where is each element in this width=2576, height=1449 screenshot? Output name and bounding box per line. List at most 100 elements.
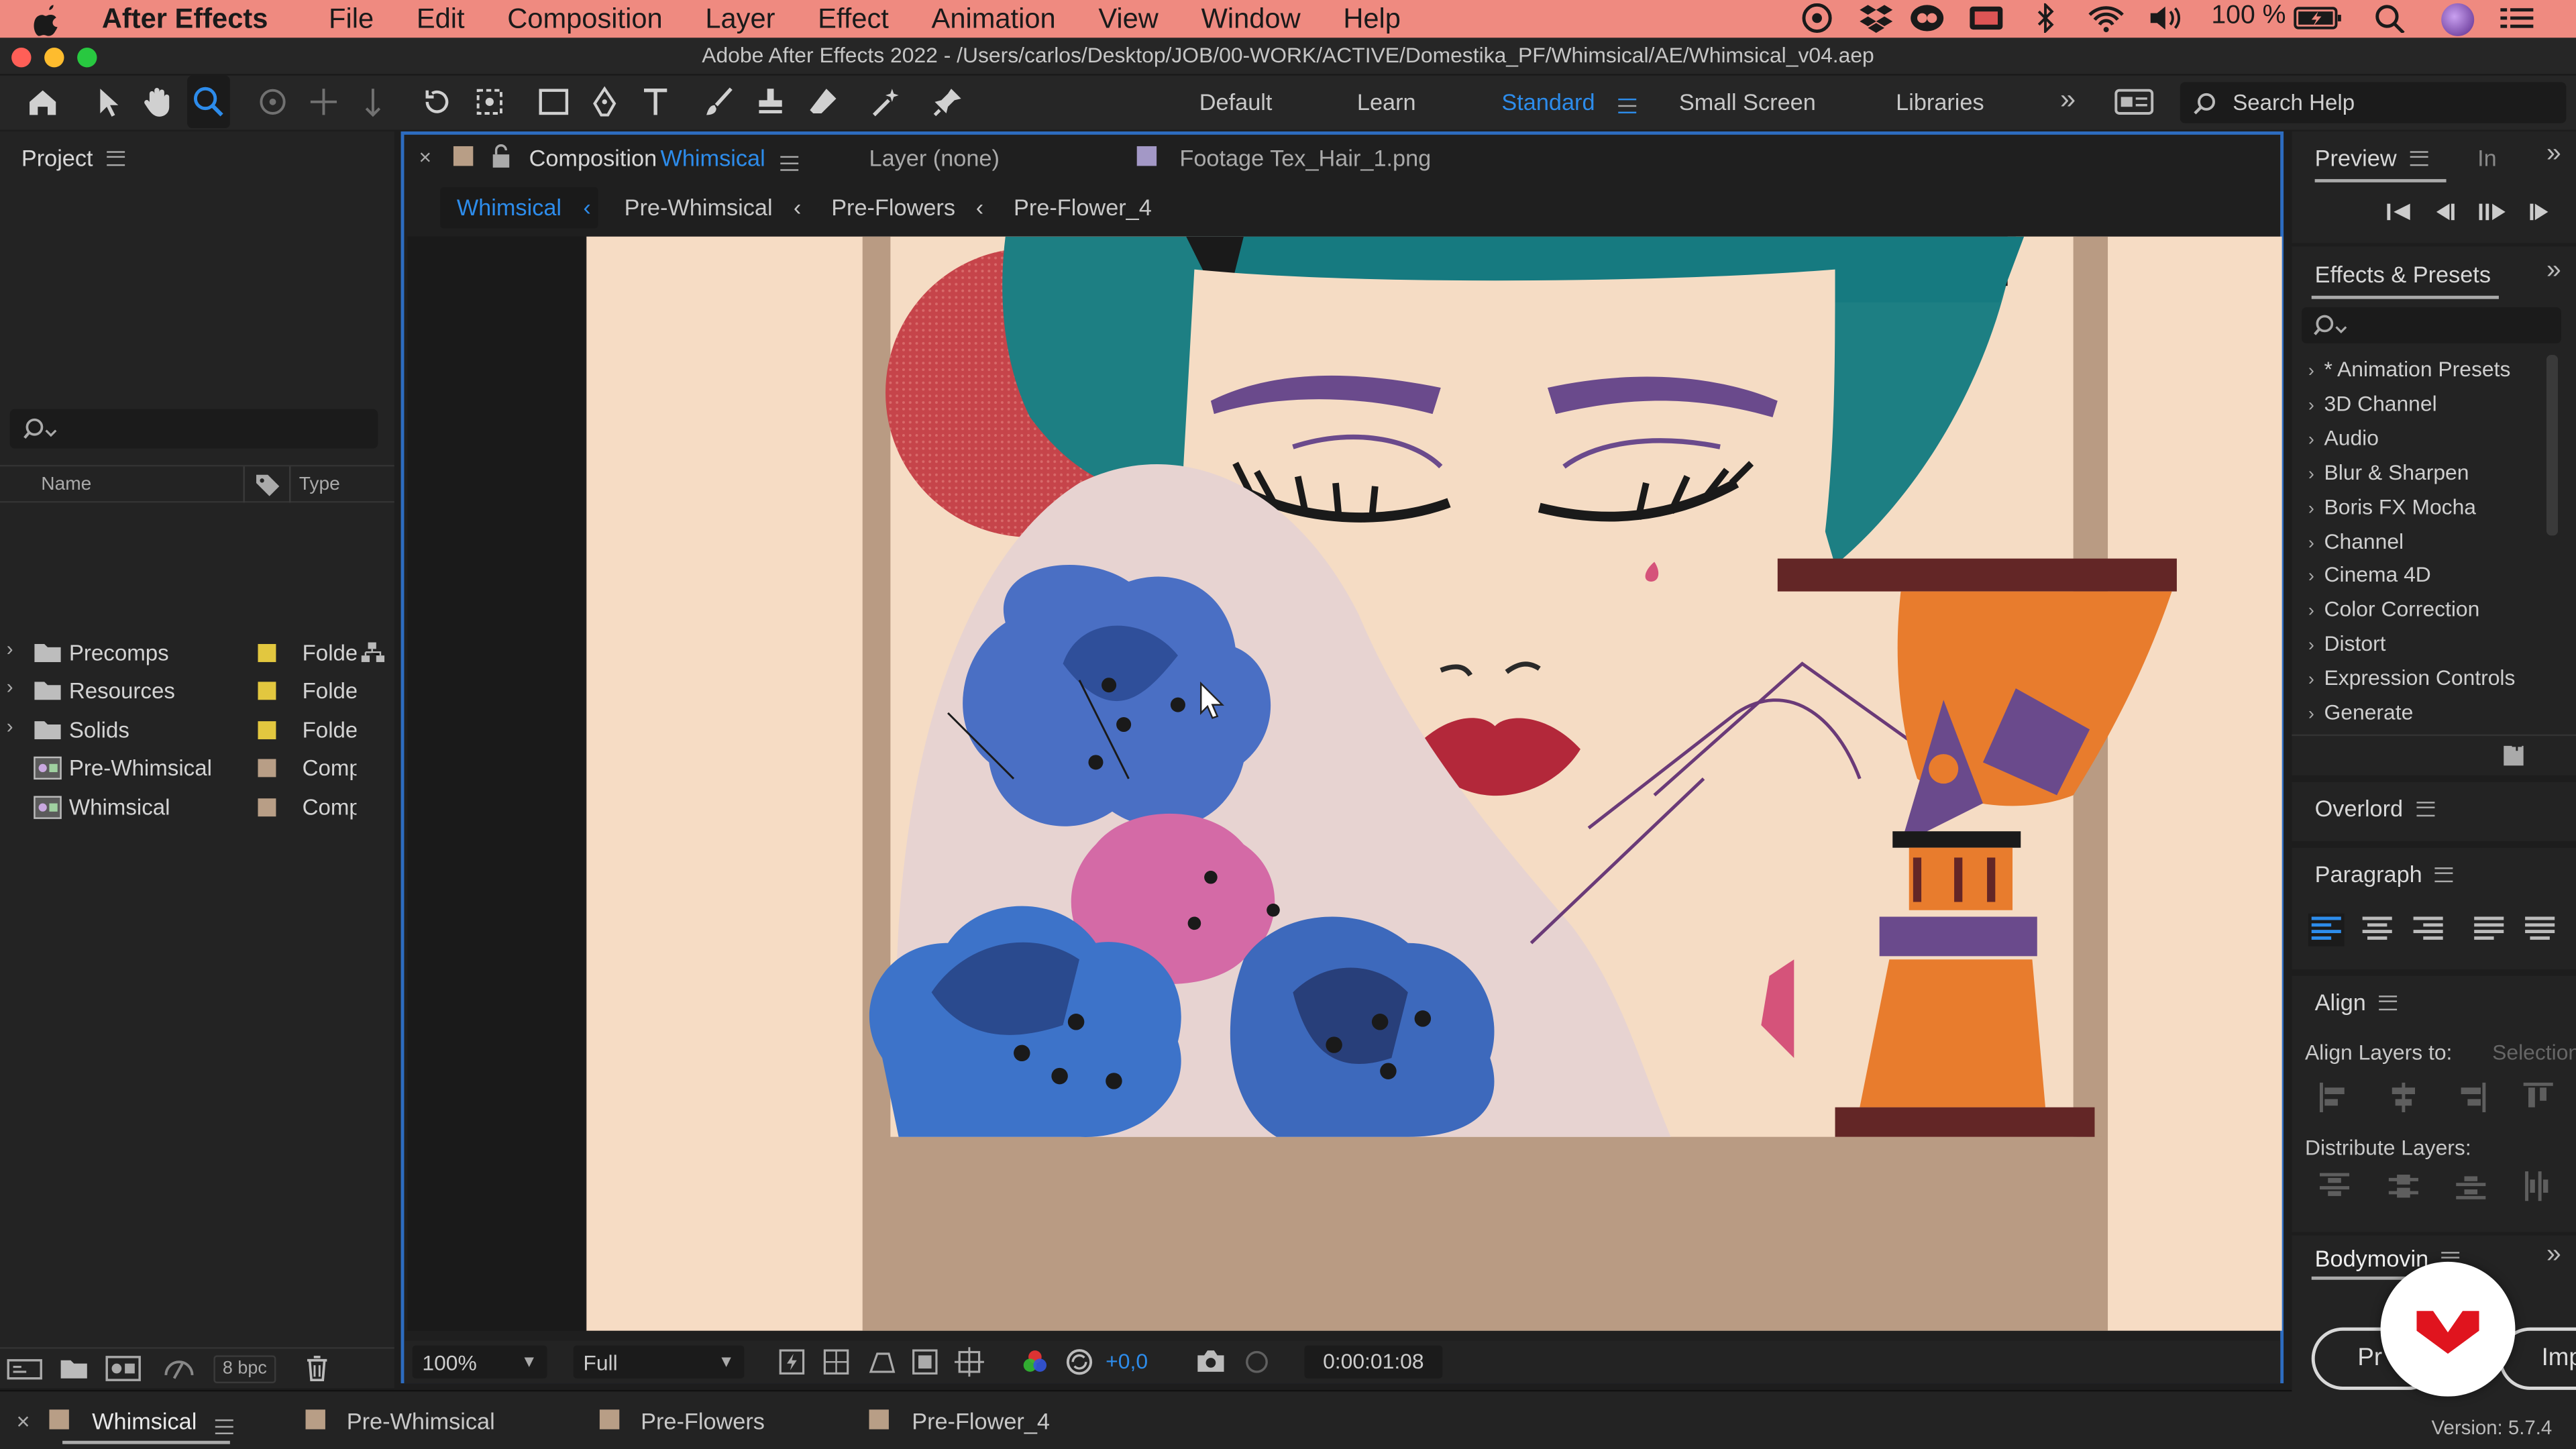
apple-logo-icon[interactable] — [33, 3, 62, 36]
pan-behind-tool-icon[interactable] — [468, 76, 511, 128]
label-color-swatch[interactable] — [258, 759, 276, 777]
distribute-bottom-icon[interactable] — [2455, 1170, 2487, 1203]
battery-charging-icon[interactable] — [2294, 5, 2343, 31]
workspace-small-screen[interactable]: Small Screen — [1679, 89, 1816, 115]
composition-tab-label[interactable]: Composition — [529, 145, 657, 171]
effect-category-item[interactable]: › Expression Controls — [2308, 665, 2516, 690]
effect-category-item[interactable]: › Distort — [2308, 631, 2386, 656]
region-of-interest-icon[interactable] — [912, 1349, 938, 1375]
column-divider[interactable] — [243, 466, 245, 503]
eraser-tool-icon[interactable] — [802, 76, 845, 128]
menu-layer[interactable]: Layer — [705, 3, 775, 36]
distribute-top-icon[interactable] — [2318, 1170, 2351, 1203]
align-layers-to-select[interactable]: Selection — [2492, 1040, 2576, 1065]
column-name[interactable]: Name — [41, 475, 91, 494]
comp-label-color[interactable] — [869, 1409, 889, 1430]
fast-previews-icon[interactable] — [779, 1349, 805, 1375]
flowchart-icon[interactable] — [360, 641, 386, 663]
dolly-camera-tool-icon[interactable] — [352, 76, 394, 128]
project-item-row[interactable]: › Solids Folde — [0, 712, 394, 750]
menu-view[interactable]: View — [1098, 3, 1159, 36]
menu-file[interactable]: File — [329, 3, 374, 36]
label-color-swatch[interactable] — [258, 644, 276, 662]
timeline-tab-pre-whimsical[interactable]: Pre-Whimsical — [347, 1408, 495, 1434]
previous-frame-icon[interactable] — [2432, 201, 2458, 223]
column-type[interactable]: Type — [299, 475, 340, 494]
snapshot-camera-icon[interactable] — [1196, 1349, 1226, 1374]
effect-category-item[interactable]: › Channel — [2308, 528, 2404, 553]
effects-search-input[interactable] — [2302, 307, 2561, 343]
help-search-box[interactable]: Search Help — [2180, 82, 2567, 123]
preview-panel-title[interactable]: Preview — [2315, 145, 2397, 171]
expand-chevron-icon[interactable]: › — [2308, 533, 2314, 553]
orbit-camera-tool-icon[interactable] — [252, 76, 294, 128]
workspace-default[interactable]: Default — [1199, 89, 1273, 115]
expand-chevron-icon[interactable]: › — [2308, 464, 2314, 484]
effect-category-item[interactable]: › Blur & Sharpen — [2308, 460, 2469, 484]
breadcrumb-pre-whimsical[interactable]: Pre-Whimsical — [625, 194, 773, 220]
wifi-icon[interactable] — [2086, 3, 2126, 33]
layer-viewer-tab[interactable]: Layer (none) — [869, 145, 1000, 171]
expand-chevron-icon[interactable]: › — [7, 676, 13, 698]
window-close-button[interactable] — [11, 48, 32, 68]
paragraph-panel-menu-icon[interactable] — [2435, 866, 2454, 881]
effect-category-item[interactable]: › Color Correction — [2308, 597, 2479, 622]
info-tab[interactable]: In — [2477, 145, 2497, 171]
breadcrumb-pre-flowers[interactable]: Pre-Flowers — [831, 194, 955, 220]
footage-viewer-tab[interactable]: Footage Tex_Hair_1.png — [1179, 145, 1431, 171]
paragraph-panel-title[interactable]: Paragraph — [2315, 861, 2422, 887]
workspace-menu-icon[interactable] — [1618, 92, 1637, 121]
expand-chevron-icon[interactable]: › — [2308, 670, 2314, 690]
project-item-row[interactable]: Pre-Whimsical Comp — [0, 751, 394, 789]
project-flowchart-icon[interactable] — [161, 1355, 197, 1381]
label-color-swatch[interactable] — [258, 682, 276, 701]
breadcrumb-whimsical[interactable]: Whimsical — [457, 194, 561, 220]
align-panel-title[interactable]: Align — [2315, 989, 2366, 1015]
expand-chevron-icon[interactable]: › — [2308, 602, 2314, 621]
composition-tab-name[interactable]: Whimsical — [660, 145, 765, 171]
zoom-tool-icon[interactable] — [187, 75, 230, 129]
overlord-panel-menu-icon[interactable] — [2416, 800, 2434, 816]
next-frame-icon[interactable] — [2527, 201, 2553, 223]
clone-stamp-tool-icon[interactable] — [749, 76, 792, 128]
project-search-input[interactable] — [9, 409, 378, 449]
project-item-row[interactable]: › Resources Folde — [0, 674, 394, 712]
lock-icon[interactable] — [490, 143, 513, 169]
timeline-tab-pre-flowers[interactable]: Pre-Flowers — [641, 1408, 765, 1434]
hand-tool-icon[interactable] — [136, 76, 179, 128]
brush-tool-icon[interactable] — [698, 76, 741, 128]
breadcrumb-pre-flower-4[interactable]: Pre-Flower_4 — [1014, 194, 1152, 220]
workspace-learn[interactable]: Learn — [1357, 89, 1416, 115]
composition-panel-menu-icon[interactable] — [780, 150, 799, 179]
workspace-libraries[interactable]: Libraries — [1896, 89, 1984, 115]
align-right-edges-icon[interactable] — [2455, 1081, 2487, 1114]
new-composition-icon[interactable] — [105, 1355, 142, 1381]
close-tab-icon[interactable]: × — [16, 1408, 30, 1434]
menu-app-name[interactable]: After Effects — [102, 3, 268, 36]
exposure-value[interactable]: +0,0 — [1106, 1349, 1148, 1374]
comp-label-color[interactable] — [305, 1409, 325, 1430]
expand-chevron-icon[interactable]: › — [2308, 396, 2314, 415]
menu-help[interactable]: Help — [1343, 3, 1401, 36]
expand-chevron-icon[interactable]: › — [2308, 705, 2314, 724]
comp-label-color[interactable] — [49, 1409, 69, 1430]
control-center-icon[interactable] — [2499, 5, 2535, 31]
footage-label-color[interactable] — [1136, 146, 1157, 166]
trash-icon[interactable] — [304, 1354, 330, 1382]
menu-composition[interactable]: Composition — [507, 3, 662, 36]
timeline-tab-whimsical[interactable]: Whimsical — [92, 1408, 197, 1434]
panel-overflow-icon[interactable]: » — [2546, 1240, 2561, 1270]
creative-cloud-icon[interactable] — [1801, 3, 1833, 33]
guides-options-icon[interactable] — [954, 1347, 984, 1377]
home-icon[interactable] — [21, 76, 64, 128]
timeline-tab-pre-flower-4[interactable]: Pre-Flower_4 — [912, 1408, 1050, 1434]
window-zoom-button[interactable] — [77, 48, 97, 68]
timecode-display[interactable]: 0:00:01:08 — [1304, 1345, 1443, 1379]
creative-cloud-app-icon[interactable] — [1909, 3, 1945, 33]
expand-chevron-icon[interactable]: › — [2308, 568, 2314, 587]
reset-exposure-icon[interactable] — [1065, 1347, 1094, 1377]
align-center-icon[interactable] — [2359, 914, 2396, 947]
distribute-vertical-center-icon[interactable] — [2387, 1170, 2420, 1203]
rotation-tool-icon[interactable] — [416, 76, 459, 128]
preview-panel-menu-icon[interactable] — [2410, 150, 2428, 166]
